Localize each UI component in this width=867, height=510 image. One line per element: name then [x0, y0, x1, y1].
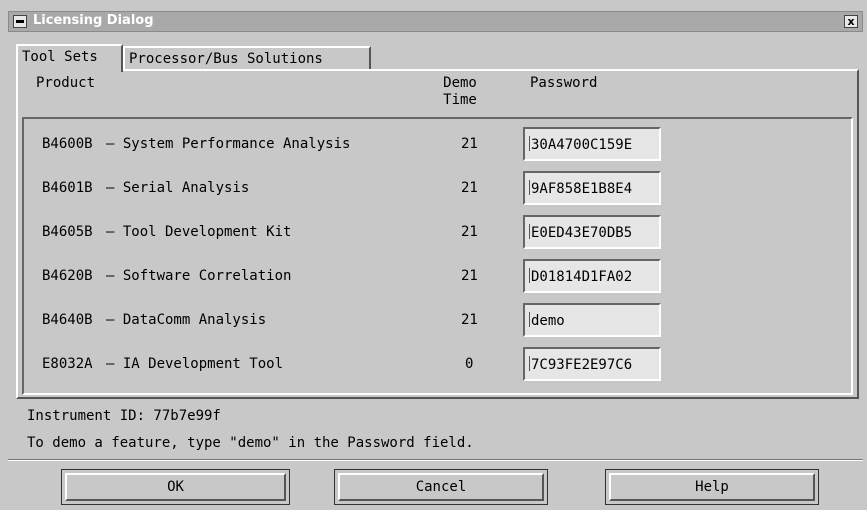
password-value: D01814D1FA02: [531, 269, 633, 285]
product-code: B4605B: [42, 224, 93, 240]
help-button-frame: Help: [605, 469, 819, 505]
product-code: B4601B: [42, 180, 93, 196]
password-input[interactable]: E0ED43E70DB5: [523, 215, 661, 249]
demo-time: 21: [461, 268, 478, 284]
tab-label: Tool Sets: [22, 49, 98, 65]
password-input[interactable]: 30A4700C159E: [523, 127, 661, 161]
column-header-time: Time: [443, 92, 477, 108]
text-caret: [529, 180, 530, 195]
product-name: – Software Correlation: [106, 268, 292, 284]
window-title: Licensing Dialog: [33, 13, 154, 28]
product-list: B4600B – System Performance Analysis 21 …: [22, 117, 853, 395]
demo-time: 21: [461, 136, 478, 152]
password-value: 9AF858E1B8E4: [531, 181, 633, 197]
password-input[interactable]: D01814D1FA02: [523, 259, 661, 293]
password-input[interactable]: 9AF858E1B8E4: [523, 171, 661, 205]
column-header-password: Password: [530, 75, 598, 91]
password-value: demo: [531, 313, 565, 329]
ok-button[interactable]: OK: [65, 473, 286, 501]
password-input[interactable]: demo: [523, 303, 661, 337]
divider: [8, 459, 863, 461]
password-value: E0ED43E70DB5: [531, 225, 633, 241]
tab-tool-sets[interactable]: Tool Sets: [16, 44, 123, 72]
tab-processor-bus-solutions[interactable]: Processor/Bus Solutions: [123, 46, 371, 70]
product-row: E8032A – IA Development Tool 0 7C93FE2E9…: [24, 347, 851, 383]
cancel-button[interactable]: Cancel: [338, 473, 544, 501]
column-header-demo-time: Demo Time: [436, 75, 484, 109]
product-code: B4600B: [42, 136, 93, 152]
instrument-id: Instrument ID: 77b7e99f: [27, 408, 221, 424]
demo-hint: To demo a feature, type "demo" in the Pa…: [27, 435, 474, 451]
tool-sets-panel: Product Demo Time Password B4600B – Syst…: [16, 69, 859, 399]
text-caret: [529, 224, 530, 239]
product-name: – System Performance Analysis: [106, 136, 351, 152]
text-caret: [529, 268, 530, 283]
product-row: B4601B – Serial Analysis 21 9AF858E1B8E4: [24, 171, 851, 207]
demo-time: 21: [461, 312, 478, 328]
column-header-demo: Demo: [443, 75, 477, 91]
demo-time: 21: [461, 224, 478, 240]
product-row: B4640B – DataComm Analysis 21 demo: [24, 303, 851, 339]
column-header-product: Product: [36, 75, 96, 91]
title-bar[interactable]: Licensing Dialog x: [8, 11, 863, 32]
password-input[interactable]: 7C93FE2E97C6: [523, 347, 661, 381]
text-caret: [529, 312, 530, 327]
cancel-button-frame: Cancel: [334, 469, 548, 505]
product-code: B4640B: [42, 312, 93, 328]
product-name: – Tool Development Kit: [106, 224, 292, 240]
text-caret: [529, 356, 530, 371]
password-value: 7C93FE2E97C6: [531, 357, 633, 373]
product-name: – DataComm Analysis: [106, 312, 267, 328]
product-row: B4605B – Tool Development Kit 21 E0ED43E…: [24, 215, 851, 251]
product-row: B4620B – Software Correlation 21 D01814D…: [24, 259, 851, 295]
ok-button-frame: OK: [61, 469, 290, 505]
password-value: 30A4700C159E: [531, 137, 633, 153]
product-name: – Serial Analysis: [106, 180, 250, 196]
text-caret: [529, 136, 530, 151]
help-button[interactable]: Help: [609, 473, 815, 501]
product-code: E8032A: [42, 356, 93, 372]
product-name: – IA Development Tool: [106, 356, 284, 372]
window-menu-icon[interactable]: [13, 15, 27, 28]
licensing-dialog: Licensing Dialog x Tool Sets Processor/B…: [0, 0, 867, 510]
product-code: B4620B: [42, 268, 93, 284]
demo-time: 0: [465, 356, 474, 372]
demo-time: 21: [461, 180, 478, 196]
product-row: B4600B – System Performance Analysis 21 …: [24, 127, 851, 163]
close-icon[interactable]: x: [844, 15, 858, 28]
tab-label: Processor/Bus Solutions: [129, 51, 323, 67]
